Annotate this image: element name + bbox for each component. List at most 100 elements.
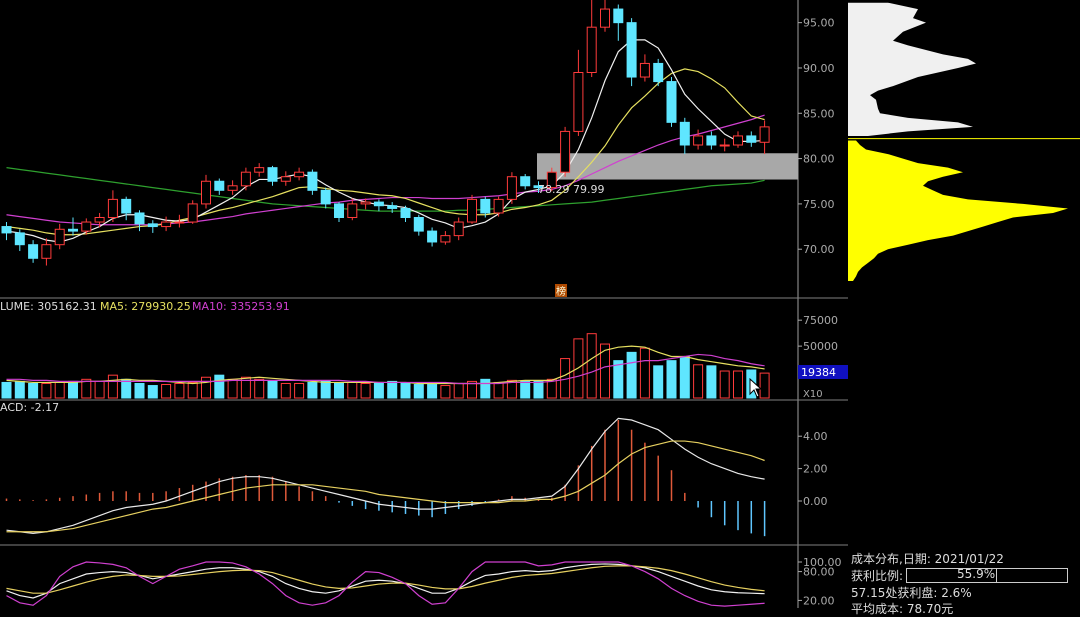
candle-body xyxy=(41,244,52,259)
candle-body xyxy=(493,198,504,214)
volume-bar xyxy=(174,382,185,399)
macd-tick-label: 0.00 xyxy=(803,495,828,508)
price-tick-label: 95.00 xyxy=(803,17,835,30)
candle-body xyxy=(719,144,730,147)
candle-body xyxy=(573,72,584,132)
profit-ratio-value: 55.9% xyxy=(957,567,996,581)
volume-bar xyxy=(413,384,424,399)
volume-bar xyxy=(68,380,78,399)
volume-bar xyxy=(373,381,384,399)
volume-header-ma5: MA5: 279930.25 xyxy=(100,300,191,313)
volume-bar xyxy=(107,374,118,399)
volume-bar xyxy=(54,381,65,399)
volume-bar xyxy=(480,378,491,399)
candle-body xyxy=(679,121,690,146)
candle-body xyxy=(600,8,610,28)
price-tick-label: 75.00 xyxy=(803,198,835,211)
volume-bar xyxy=(294,382,305,399)
kdj-tick-label: 20.00 xyxy=(803,594,835,607)
profit-ratio-label: 获利比例: xyxy=(851,569,904,583)
volume-tick-label: 50000 xyxy=(803,340,838,353)
volume-bar xyxy=(733,370,743,399)
price-tick-label: 85.00 xyxy=(803,107,835,120)
volume-ma5-line xyxy=(6,345,765,385)
candle-body xyxy=(400,207,411,218)
volume-bar xyxy=(626,351,637,399)
candle-body xyxy=(81,221,92,232)
candle-body xyxy=(14,232,25,246)
volume-bar xyxy=(719,370,730,399)
candle-body xyxy=(294,171,305,178)
candle-body xyxy=(759,126,770,143)
candle-body xyxy=(427,230,438,243)
candle-body xyxy=(307,171,318,191)
volume-header-vol: LUME: 305162.31 xyxy=(0,300,97,313)
volume-current-value: 19384 xyxy=(801,366,836,379)
mouse-cursor-icon xyxy=(749,378,763,398)
zone-label: 78.29 79.99 xyxy=(538,183,604,196)
candle-body xyxy=(107,198,118,218)
volume-bar xyxy=(41,382,52,399)
candle-body xyxy=(706,135,717,146)
macd-tick-label: 2.00 xyxy=(803,463,828,476)
volume-bar xyxy=(187,381,198,399)
volume-bar xyxy=(347,381,358,399)
price-tick-label: 90.00 xyxy=(803,62,835,75)
volume-bar xyxy=(201,376,211,399)
volume-bar xyxy=(706,365,717,399)
volume-bar xyxy=(453,382,464,399)
candle-body xyxy=(693,135,704,146)
candle-body xyxy=(174,221,185,224)
volume-unit: X10 xyxy=(803,389,823,400)
volume-bar xyxy=(653,365,664,399)
candle-body xyxy=(666,81,677,123)
candle-body xyxy=(626,22,637,78)
candle-body xyxy=(161,221,172,228)
candle-body xyxy=(520,176,531,187)
volume-bar xyxy=(214,374,225,399)
chip-distribution xyxy=(848,2,1080,281)
candle-body xyxy=(506,176,517,200)
candle-body xyxy=(267,167,278,182)
volume-bar xyxy=(227,378,238,399)
volume-bar xyxy=(639,347,650,399)
dea-line xyxy=(6,440,765,533)
volume-bar xyxy=(427,384,438,399)
volume-header-ma10: MA10: 335253.91 xyxy=(192,300,290,313)
profit-chips-area xyxy=(848,140,1068,281)
candle-body xyxy=(373,201,384,207)
candle-body xyxy=(440,235,451,243)
volume-bar xyxy=(334,382,344,399)
candle-body xyxy=(613,8,624,24)
cost-title: 成本分布,日期: 2021/01/22 xyxy=(851,552,1004,566)
volume-panel xyxy=(1,333,770,399)
candle-body xyxy=(187,203,198,223)
candle-body xyxy=(560,130,571,173)
volume-bar xyxy=(307,381,318,399)
stock-chart: 95.00 90.00 85.00 80.00 75.00 70.00 75000 50000… xyxy=(0,0,1080,608)
volume-bar xyxy=(520,380,531,399)
candle-body xyxy=(746,135,757,143)
cost-distribution-panel: 成本分布,日期: 2021/01/22 获利比例: 55.9% 57.15处获利… xyxy=(848,548,1080,616)
volume-bar xyxy=(280,382,291,399)
volume-bar xyxy=(400,382,411,399)
macd-tick-label: 4.00 xyxy=(803,430,828,443)
candle-body xyxy=(334,203,344,218)
candle-body xyxy=(467,198,477,223)
kdj-panel xyxy=(6,561,765,607)
volume-bar xyxy=(134,382,145,399)
candle-body xyxy=(214,180,225,191)
candle-body xyxy=(387,205,398,209)
volume-bar xyxy=(161,384,172,399)
candle-body xyxy=(480,198,491,214)
candle-body xyxy=(254,167,265,173)
candle-body xyxy=(413,217,424,232)
candle-body xyxy=(147,223,158,228)
candle-body xyxy=(320,189,331,205)
candle-body xyxy=(68,228,78,232)
candle-body xyxy=(360,201,371,205)
volume-bar xyxy=(666,360,677,399)
volume-bar xyxy=(387,380,398,399)
volume-bar xyxy=(493,381,504,399)
volume-bar xyxy=(94,380,105,399)
